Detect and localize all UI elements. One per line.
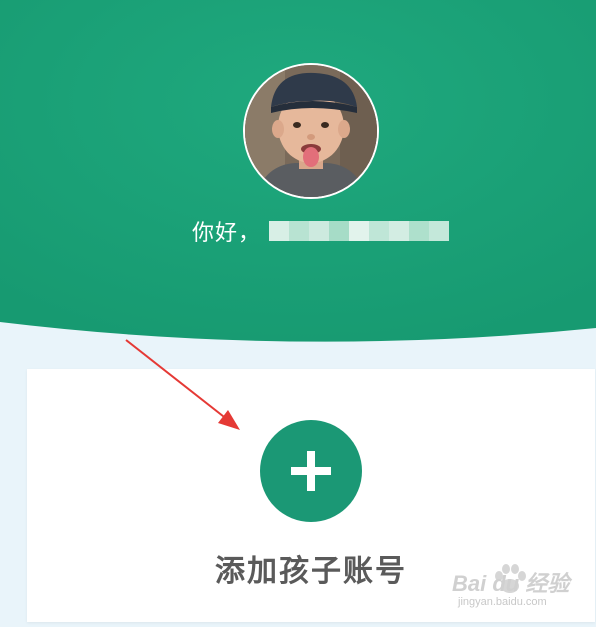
blur-block (349, 221, 370, 241)
add-child-button[interactable] (260, 420, 362, 522)
blur-block (389, 221, 410, 241)
blur-block (309, 221, 330, 241)
watermark-brand: Bai du 经验 (452, 571, 570, 596)
blur-block (369, 221, 390, 241)
blurred-username (269, 221, 450, 241)
greeting-label: 你好， (192, 221, 262, 246)
blur-block (269, 221, 290, 241)
blur-block (329, 221, 350, 241)
avatar[interactable] (243, 63, 379, 199)
plus-icon-vertical (307, 451, 315, 491)
blur-block (429, 221, 450, 241)
blur-block (409, 221, 430, 241)
watermark-url: jingyan.baidu.com (458, 596, 547, 608)
child-photo-icon (245, 65, 377, 197)
greeting-text: 你好， (192, 215, 450, 247)
blur-block (289, 221, 310, 241)
watermark: Bai du 经验 jingyan.baidu.com (440, 560, 590, 615)
